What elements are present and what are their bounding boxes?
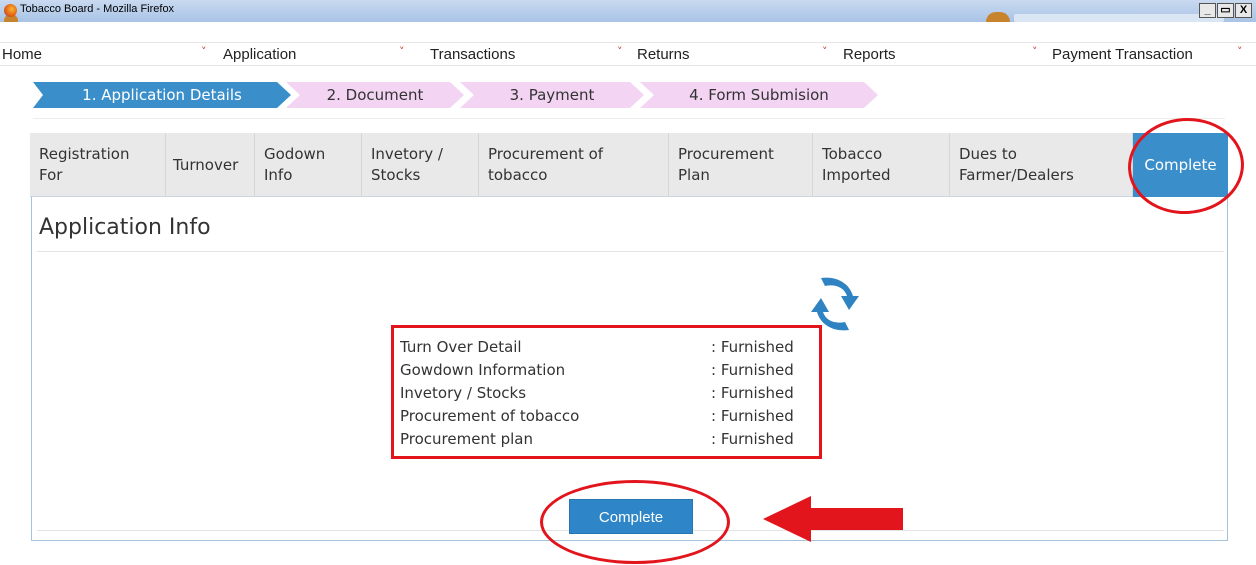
- chevron-down-icon[interactable]: ˅: [399, 45, 405, 58]
- chevron-down-icon[interactable]: ˅: [201, 45, 207, 58]
- status-value: : Furnished: [711, 430, 794, 448]
- list-item: Turn Over Detail : Furnished: [400, 338, 810, 361]
- user-name-peek: [1014, 14, 1224, 22]
- annotation-circle-button: [540, 480, 730, 564]
- tab-invetory-stocks[interactable]: Invetory / Stocks: [362, 133, 479, 197]
- status-label: Invetory / Stocks: [400, 384, 527, 402]
- menu-reports[interactable]: Reports: [843, 46, 896, 63]
- list-item: Gowdown Information : Furnished: [400, 361, 810, 384]
- tab-procurement-plan[interactable]: Procurement Plan: [669, 133, 813, 197]
- tab-bar: Registration For Turnover Godown Info Inve…: [30, 133, 1228, 197]
- maximize-button[interactable]: ▭: [1217, 3, 1234, 18]
- annotation-arrow-icon: [763, 496, 903, 542]
- list-item: Procurement of tobacco : Furnished: [400, 407, 810, 430]
- menu-application[interactable]: Application: [223, 46, 296, 63]
- menu-home[interactable]: Home: [2, 46, 42, 63]
- tab-label: Registration: [39, 145, 130, 163]
- status-label: Gowdown Information: [400, 361, 566, 379]
- list-item: Invetory / Stocks : Furnished: [400, 384, 810, 407]
- chevron-down-icon[interactable]: ˅: [822, 45, 828, 58]
- chevron-down-icon[interactable]: ˅: [1237, 45, 1243, 58]
- step-application-details[interactable]: 1. Application Details: [33, 82, 291, 108]
- chevron-down-icon[interactable]: ˅: [617, 45, 623, 58]
- tab-label: Imported: [822, 166, 891, 184]
- firefox-icon: [4, 4, 17, 17]
- menu-returns[interactable]: Returns: [637, 46, 690, 63]
- close-button[interactable]: X: [1235, 3, 1252, 18]
- status-value: : Furnished: [711, 338, 794, 356]
- tab-godown-info[interactable]: Godown Info: [255, 133, 362, 197]
- tab-label: Invetory /: [371, 145, 443, 163]
- tab-label: For: [39, 166, 63, 184]
- status-list: Turn Over Detail : Furnished Gowdown Inf…: [391, 325, 822, 459]
- tab-dues-to-farmer-dealers[interactable]: Dues to Farmer/Dealers: [950, 133, 1133, 197]
- tab-label: Tobacco: [822, 145, 883, 163]
- status-value: : Furnished: [711, 407, 794, 425]
- tab-label: Dues to: [959, 145, 1017, 163]
- tab-label: Godown: [264, 145, 326, 163]
- steps-divider: [33, 118, 1225, 119]
- header-strip: [0, 22, 1256, 42]
- menu-transactions[interactable]: Transactions: [430, 46, 515, 63]
- status-value: : Furnished: [711, 384, 794, 402]
- main-menu: Home ˅ Application ˅ Transactions ˅ Retu…: [0, 42, 1256, 66]
- step-payment[interactable]: 3. Payment: [460, 82, 644, 108]
- tab-tobacco-imported[interactable]: Tobacco Imported: [813, 133, 950, 197]
- step-document[interactable]: 2. Document: [286, 82, 464, 108]
- title-divider: [37, 251, 1224, 252]
- page-title: Application Info: [39, 215, 211, 240]
- tab-label: Info: [264, 166, 293, 184]
- tab-label: Stocks: [371, 166, 421, 184]
- user-avatar-icon: [986, 12, 1010, 22]
- minimize-button[interactable]: _: [1199, 3, 1216, 18]
- menu-payment-transaction[interactable]: Payment Transaction: [1052, 46, 1193, 63]
- window-title: Tobacco Board - Mozilla Firefox: [20, 3, 175, 15]
- tab-label: Procurement of: [488, 145, 604, 163]
- tab-registration-for[interactable]: Registration For: [30, 133, 166, 197]
- status-label: Turn Over Detail: [400, 338, 522, 356]
- status-label: Procurement plan: [400, 430, 534, 448]
- tab-label: Turnover: [173, 155, 239, 174]
- tab-turnover[interactable]: Turnover: [166, 133, 255, 197]
- tab-label: Plan: [678, 166, 710, 184]
- status-value: : Furnished: [711, 361, 794, 379]
- tab-label: Farmer/Dealers: [959, 166, 1074, 184]
- window-titlebar: Tobacco Board - Mozilla Firefox _ ▭ X: [0, 0, 1256, 22]
- list-item: Procurement plan : Furnished: [400, 430, 810, 453]
- tab-label: tobacco: [488, 166, 548, 184]
- tab-label: Procurement: [678, 145, 774, 163]
- step-form-submission[interactable]: 4. Form Submision: [640, 82, 878, 108]
- chevron-down-icon[interactable]: ˅: [1032, 45, 1038, 58]
- status-label: Procurement of tobacco: [400, 407, 580, 425]
- tab-procurement-of-tobacco[interactable]: Procurement of tobacco: [479, 133, 669, 197]
